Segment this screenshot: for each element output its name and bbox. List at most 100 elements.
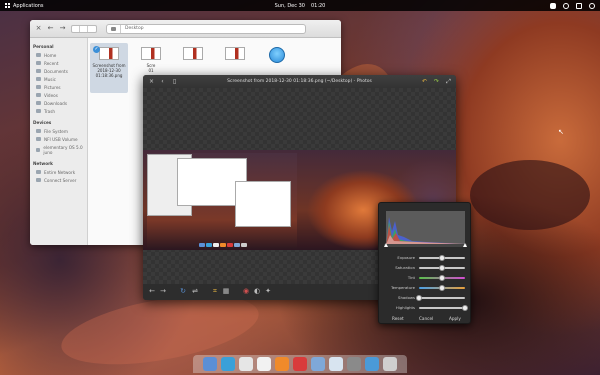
forward-arrow-icon[interactable]: → [59, 25, 66, 32]
notification-icon[interactable] [576, 2, 582, 9]
reset-button[interactable]: Reset [392, 316, 404, 321]
appcenter-icon[interactable] [365, 357, 379, 371]
rotate-left-icon[interactable]: ↶ [421, 78, 428, 85]
file-item[interactable] [174, 43, 212, 63]
cancel-button[interactable]: Cancel [419, 316, 433, 321]
sidebar-item-filesystem[interactable]: File System [30, 127, 87, 135]
adjust-row-shadows: Shadows [379, 294, 472, 302]
folder-icon [36, 77, 41, 81]
sidebar-item-home[interactable]: Home [30, 51, 87, 59]
drive-icon [36, 147, 41, 152]
histogram-range[interactable] [384, 243, 467, 247]
drive-icon [36, 137, 41, 141]
sidebar-item-connect-server[interactable]: Connect Server [30, 176, 87, 184]
sidebar-item-recent[interactable]: Recent [30, 59, 87, 67]
system-settings-icon[interactable] [347, 357, 361, 371]
sidebar-item-pictures[interactable]: Pictures [30, 83, 87, 91]
files-icon[interactable] [311, 357, 325, 371]
enhance-icon[interactable]: ✦ [264, 287, 272, 295]
column-view-icon[interactable] [88, 26, 96, 32]
apply-button[interactable]: Apply [449, 316, 461, 321]
breadcrumb-separator [120, 24, 121, 33]
sidebar-item-elementary[interactable]: elementary OS 5.0 juno [30, 143, 87, 156]
adjust-slider-track[interactable] [419, 307, 465, 309]
list-view-icon[interactable] [80, 25, 88, 32]
home-icon [36, 53, 41, 57]
white-point-handle[interactable] [463, 243, 467, 247]
applications-grid-icon [5, 3, 10, 8]
server-icon [36, 178, 41, 182]
network-icon [36, 170, 41, 174]
path-bar[interactable]: Desktop [106, 23, 306, 34]
photos-headerbar: × ‹ ▯ Screenshot from 2018-12-30 01:18:3… [143, 75, 456, 88]
previous-arrow-icon[interactable]: ← [148, 287, 156, 295]
trash-icon [36, 109, 41, 113]
folder-icon [36, 69, 41, 73]
network-icon[interactable] [550, 2, 556, 9]
close-icon[interactable]: × [148, 78, 155, 85]
sidebar-item-music[interactable]: Music [30, 75, 87, 83]
videos-icon[interactable] [293, 357, 307, 371]
file-item[interactable] [258, 43, 296, 63]
adjust-row-saturation: Saturation [379, 264, 472, 272]
mail-icon[interactable] [239, 357, 253, 371]
sidebar-item-videos[interactable]: Videos [30, 91, 87, 99]
flip-icon[interactable]: ⇌ [191, 287, 199, 295]
adjust-row-exposure: Exposure [379, 254, 472, 262]
web-browser-icon[interactable] [221, 357, 235, 371]
sound-icon[interactable] [563, 2, 569, 9]
straighten-icon[interactable]: ▦ [222, 287, 230, 295]
folder-icon [36, 85, 41, 89]
file-item[interactable] [216, 43, 254, 63]
checkmark-icon[interactable]: ✓ [93, 46, 100, 53]
black-point-handle[interactable] [384, 243, 388, 247]
fullscreen-icon[interactable]: ⤢ [445, 78, 452, 85]
sidebar-header-personal: Personal [33, 44, 54, 49]
histogram [386, 211, 465, 245]
adjust-slider-track[interactable] [419, 297, 465, 299]
file-item[interactable]: Scre 01 [132, 43, 170, 73]
breadcrumb-desktop[interactable]: Desktop [125, 26, 144, 31]
adjust-slider-knob[interactable] [439, 254, 445, 261]
back-icon[interactable]: ‹ [159, 78, 166, 85]
adjust-slider-knob[interactable] [439, 284, 445, 291]
sidebar-item-documents[interactable]: Documents [30, 67, 87, 75]
crop-icon[interactable]: ⌗ [211, 287, 219, 295]
adjust-slider-knob[interactable] [462, 304, 468, 311]
next-arrow-icon[interactable]: → [159, 287, 167, 295]
folder-icon [36, 101, 41, 105]
date-time-indicator[interactable]: Sun, Dec 30 01:20 [275, 3, 326, 9]
file-item-selected[interactable]: ✓ Screenshot from 2018-12-30 01:18:36.pn… [90, 43, 128, 93]
calendar-icon[interactable] [257, 357, 271, 371]
info-icon[interactable]: ▯ [171, 78, 178, 85]
sidebar-item-usb[interactable]: NFI USB Volume [30, 135, 87, 143]
adjust-label: Saturation [395, 265, 415, 270]
photos-icon[interactable] [329, 357, 343, 371]
applications-label: Applications [13, 2, 44, 9]
multitasking-view-icon[interactable] [203, 357, 217, 371]
adjust-slider-knob[interactable] [416, 294, 422, 301]
file-name: Screenshot from 2018-12-30 01:18:36.png [92, 63, 126, 78]
back-arrow-icon[interactable]: ← [47, 25, 54, 32]
adjust-slider-knob[interactable] [439, 264, 445, 271]
date-label: Sun, Dec 30 [274, 2, 305, 9]
close-icon[interactable]: × [35, 25, 42, 32]
applications-menu[interactable]: Applications [0, 3, 44, 9]
adjust-slider-knob[interactable] [439, 274, 445, 281]
terminal-icon[interactable] [383, 357, 397, 371]
sidebar-item-downloads[interactable]: Downloads [30, 99, 87, 107]
view-switcher[interactable] [71, 24, 97, 33]
files-headerbar: × ← → Desktop [30, 20, 341, 38]
grid-view-icon[interactable] [72, 25, 80, 32]
power-icon[interactable] [589, 2, 595, 9]
redeye-icon[interactable]: ◉ [242, 287, 250, 295]
indicator-area [550, 2, 595, 9]
music-icon[interactable] [275, 357, 289, 371]
sidebar-item-trash[interactable]: Trash [30, 107, 87, 115]
file-thumbnail [141, 47, 161, 60]
rotate-icon[interactable]: ↻ [179, 287, 187, 295]
home-icon[interactable] [111, 26, 116, 31]
adjust-icon[interactable]: ◐ [253, 287, 261, 295]
sidebar-item-entire-network[interactable]: Entire Network [30, 168, 87, 176]
rotate-right-icon[interactable]: ↷ [433, 78, 440, 85]
